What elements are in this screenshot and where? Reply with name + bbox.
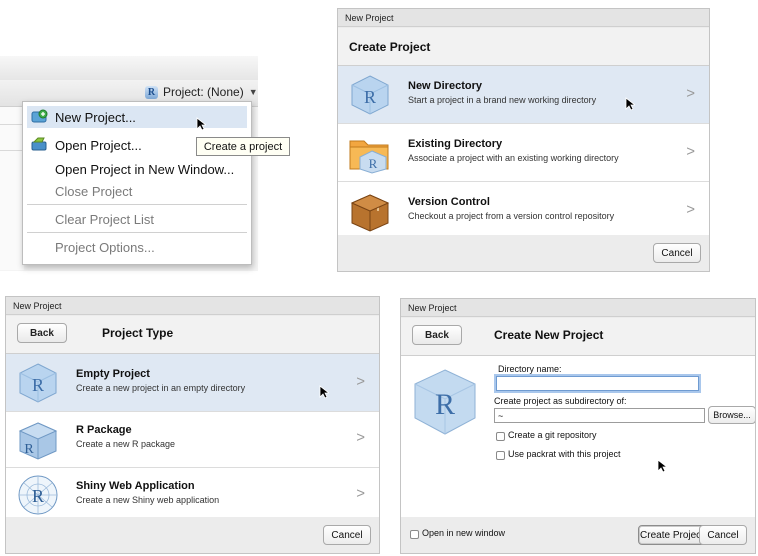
new-project-dialog: New Project Create Project R New Directo… [337, 8, 710, 272]
option-empty-project[interactable]: R Empty Project Create a new project in … [6, 354, 379, 412]
directory-name-label: Directory name: [498, 364, 562, 374]
chevron-right-icon: > [686, 85, 695, 102]
open-new-window-checkbox[interactable] [410, 530, 419, 539]
back-button[interactable]: Back [17, 323, 67, 343]
option-version-control[interactable]: Version Control Checkout a project from … [338, 182, 709, 240]
dialog-footer: Cancel [6, 517, 379, 553]
option-subtitle: Start a project in a brand new working d… [408, 95, 597, 105]
cancel-button[interactable]: Cancel [699, 525, 747, 545]
project-menu-button[interactable]: R Project: (None) ▼ [145, 83, 258, 101]
subdirectory-input[interactable] [494, 408, 705, 423]
tooltip: Create a project [196, 137, 290, 156]
project-menu-label: Project: (None) [163, 85, 244, 99]
option-existing-directory[interactable]: R Existing Directory Associate a project… [338, 124, 709, 182]
option-title: New Directory [408, 80, 482, 92]
chevron-right-icon: > [356, 373, 365, 390]
open-project-icon [31, 137, 47, 151]
menu-separator [27, 232, 247, 233]
mouse-pointer-icon [196, 117, 206, 131]
page-title: Create New Project [494, 328, 604, 342]
r-cube-icon: R [414, 369, 476, 435]
option-subtitle: Checkout a project from a version contro… [408, 211, 615, 221]
directory-name-input[interactable] [496, 376, 699, 391]
side-strip [0, 107, 24, 270]
box-icon [350, 194, 390, 232]
menu-item-open-project-new-window[interactable]: Open Project in New Window... [27, 158, 247, 180]
create-new-project-dialog: New Project Back Create New Project R Di… [400, 298, 756, 554]
divider [0, 150, 24, 151]
git-checkbox-label: Create a git repository [508, 430, 597, 440]
svg-text:R: R [32, 486, 44, 506]
option-title: Shiny Web Application [76, 480, 195, 492]
option-subtitle: Create a new Shiny web application [76, 495, 220, 505]
toolbar-band [0, 56, 258, 81]
option-list: R New Directory Start a project in a bra… [338, 65, 709, 241]
back-button[interactable]: Back [412, 325, 462, 345]
project-type-dialog: New Project Back Project Type R Empty Pr… [5, 296, 380, 554]
packrat-checkbox[interactable] [496, 451, 505, 460]
svg-text:R: R [435, 388, 455, 421]
r-cube-icon: R [19, 363, 57, 403]
chevron-right-icon: > [686, 201, 695, 218]
menu-item-new-project[interactable]: New Project... [27, 106, 247, 128]
menu-item-label: Open Project in New Window... [55, 161, 235, 177]
window-title: New Project [401, 299, 755, 317]
menu-separator [27, 204, 247, 205]
packrat-checkbox-label: Use packrat with this project [508, 449, 621, 459]
chevron-right-icon: > [356, 429, 365, 446]
dialog-footer: Open in new window Create Project Cancel [401, 517, 755, 553]
option-title: R Package [76, 424, 132, 436]
menu-item-close-project[interactable]: Close Project [27, 180, 247, 202]
svg-text:R: R [369, 156, 378, 171]
option-subtitle: Create a new R package [76, 439, 176, 449]
mouse-pointer-icon [625, 97, 635, 111]
create-project-button[interactable]: Create Project [638, 525, 706, 545]
dialog-footer: Cancel [338, 235, 709, 271]
browse-button[interactable]: Browse... [708, 406, 755, 424]
svg-text:R: R [364, 87, 376, 107]
subdirectory-label: Create project as subdirectory of: [494, 396, 627, 406]
mouse-pointer-icon [319, 385, 329, 399]
option-new-directory[interactable]: R New Directory Start a project in a bra… [338, 66, 709, 124]
r-package-icon: R [18, 422, 58, 460]
option-r-package[interactable]: R R Package Create a new R package > [6, 410, 379, 468]
option-list: R Empty Project Create a new project in … [6, 353, 379, 523]
option-title: Existing Directory [408, 138, 503, 150]
menu-item-label: New Project... [55, 109, 136, 125]
caret-down-icon: ▼ [248, 87, 258, 97]
svg-text:R: R [24, 442, 34, 457]
project-dropdown-menu: New Project... Open Project... Open Proj… [22, 101, 252, 265]
r-cube-icon: R [351, 75, 389, 115]
option-subtitle: Create a new project in an empty directo… [76, 383, 246, 393]
shiny-globe-icon: R [18, 475, 58, 515]
option-title: Version Control [408, 196, 490, 208]
chevron-right-icon: > [686, 143, 695, 160]
menu-item-label: Open Project... [55, 137, 142, 153]
open-new-window-label: Open in new window [422, 528, 506, 538]
divider [0, 124, 24, 125]
page-title: Project Type [102, 326, 174, 340]
option-title: Empty Project [76, 368, 150, 380]
option-shiny-web-app[interactable]: R Shiny Web Application Create a new Shi… [6, 466, 379, 524]
window-title: New Project [6, 297, 379, 315]
menu-item-label: Clear Project List [55, 211, 154, 227]
chevron-right-icon: > [356, 485, 365, 502]
option-subtitle: Associate a project with an existing wor… [408, 153, 619, 163]
svg-text:R: R [32, 375, 44, 395]
menu-item-clear-project-list[interactable]: Clear Project List [27, 208, 247, 230]
r-project-icon: R [145, 85, 158, 99]
git-checkbox[interactable] [496, 432, 505, 441]
mouse-pointer-icon [657, 459, 667, 473]
menu-item-label: Close Project [55, 183, 133, 199]
new-project-icon [31, 109, 48, 123]
form-area: R Directory name: Create project as subd… [401, 355, 755, 522]
cancel-button[interactable]: Cancel [653, 243, 701, 263]
cancel-button[interactable]: Cancel [323, 525, 371, 545]
page-title: Create Project [349, 40, 431, 54]
folder-r-icon: R [349, 140, 389, 174]
window-title: New Project [338, 9, 709, 27]
menu-item-project-options[interactable]: Project Options... [27, 236, 247, 258]
menu-item-label: Project Options... [55, 239, 155, 255]
